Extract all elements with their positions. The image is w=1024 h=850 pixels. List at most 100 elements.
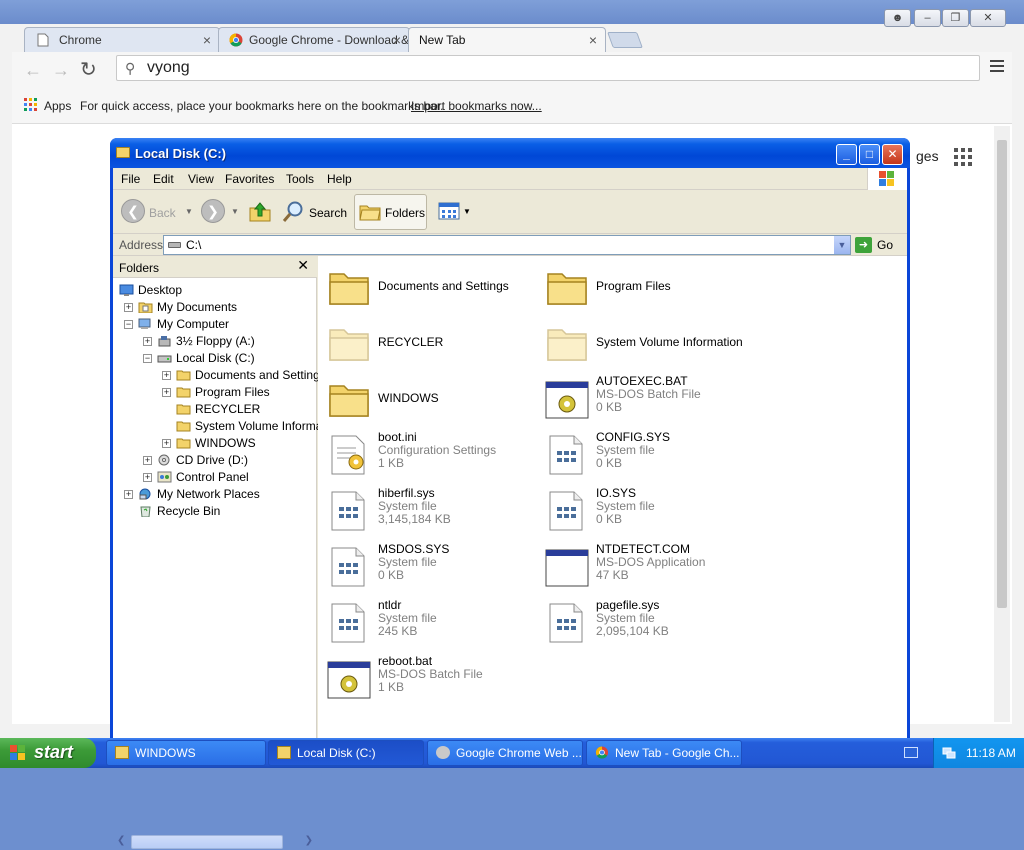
views-dropdown-icon[interactable]: ▼: [463, 207, 471, 216]
file-item[interactable]: NTDETECT.COM MS-DOS Application 47 KB: [544, 542, 764, 592]
tab-close-icon[interactable]: ×: [393, 28, 401, 52]
forward-arrow-icon[interactable]: →: [52, 60, 70, 81]
apps-grid-icon[interactable]: [24, 98, 38, 112]
forward-dropdown-icon[interactable]: ▼: [231, 207, 239, 216]
search-label[interactable]: Search: [309, 206, 347, 220]
network-icon[interactable]: [942, 746, 956, 760]
file-item[interactable]: RECYCLER: [326, 318, 546, 368]
expand-icon[interactable]: +: [143, 473, 152, 482]
tab-chrome[interactable]: Chrome ×: [24, 27, 220, 52]
go-button[interactable]: Go: [877, 238, 893, 252]
file-item[interactable]: WINDOWS: [326, 374, 546, 424]
apps-link[interactable]: Apps: [44, 88, 71, 124]
tree-item[interactable]: − Local Disk (C:): [113, 350, 317, 367]
tree-item[interactable]: + Documents and Settings: [113, 367, 326, 384]
scrollbar-thumb[interactable]: [131, 835, 283, 849]
tree-item[interactable]: +3½ Floppy (A:): [113, 333, 317, 350]
new-tab-button[interactable]: [607, 32, 643, 48]
file-size: 3,145,184 KB: [378, 512, 451, 526]
file-item[interactable]: IO.SYS System file 0 KB: [544, 486, 764, 536]
omnibox-input[interactable]: ⚲ vyong: [116, 55, 980, 81]
tree-item[interactable]: + Program Files: [113, 384, 317, 401]
menu-tools[interactable]: Tools: [286, 172, 314, 186]
back-arrow-icon[interactable]: ←: [24, 60, 42, 81]
file-item[interactable]: pagefile.sys System file 2,095,104 KB: [544, 598, 764, 648]
file-item[interactable]: ntldr System file 245 KB: [326, 598, 546, 648]
menu-view[interactable]: View: [188, 172, 214, 186]
collapse-icon[interactable]: −: [124, 320, 133, 329]
expand-icon[interactable]: +: [162, 371, 171, 380]
back-label[interactable]: Back: [149, 206, 176, 220]
address-input[interactable]: C:\ ▼: [163, 235, 851, 255]
import-bookmarks-link[interactable]: Import bookmarks now...: [411, 88, 542, 124]
go-arrow-icon[interactable]: ➜: [855, 237, 872, 253]
scrollbar-thumb[interactable]: [997, 140, 1007, 608]
back-dropdown-icon[interactable]: ▼: [185, 207, 193, 216]
expand-icon[interactable]: +: [143, 456, 152, 465]
tree-item[interactable]: Recycle Bin: [113, 503, 317, 520]
up-folder-icon[interactable]: [248, 199, 272, 223]
expand-icon[interactable]: +: [162, 439, 171, 448]
images-link[interactable]: ges: [916, 148, 939, 164]
scroll-left-icon[interactable]: ❮: [117, 835, 125, 846]
file-item[interactable]: Program Files: [544, 262, 764, 312]
address-dropdown-icon[interactable]: ▼: [834, 236, 850, 254]
file-item[interactable]: reboot.bat MS-DOS Batch File 1 KB: [326, 654, 546, 704]
tree-item[interactable]: + Control Panel: [113, 469, 317, 486]
views-icon[interactable]: [438, 202, 460, 220]
tab-close-icon[interactable]: ×: [203, 28, 211, 52]
reload-icon[interactable]: ↻: [80, 57, 97, 82]
google-apps-icon[interactable]: [954, 148, 972, 166]
tab-new-tab[interactable]: New Tab ×: [408, 27, 606, 52]
expand-icon[interactable]: +: [143, 337, 152, 346]
chrome-title-bar[interactable]: ☻ – ❐ ✕: [0, 0, 1024, 27]
tree-item[interactable]: RECYCLER: [113, 401, 317, 418]
chrome-menu-icon[interactable]: [990, 60, 1004, 75]
tree-item[interactable]: + My Network Places: [113, 486, 317, 503]
menu-edit[interactable]: Edit: [153, 172, 174, 186]
scroll-right-icon[interactable]: ❯: [305, 835, 313, 846]
file-name: pagefile.sys: [596, 598, 660, 612]
clock[interactable]: 11:18 AM: [966, 746, 1016, 760]
file-item[interactable]: MSDOS.SYS System file 0 KB: [326, 542, 546, 592]
task-new-tab[interactable]: New Tab - Google Ch...: [586, 740, 742, 766]
expand-icon[interactable]: +: [162, 388, 171, 397]
file-item[interactable]: boot.ini Configuration Settings 1 KB: [326, 430, 546, 480]
menu-file[interactable]: File: [121, 172, 140, 186]
maximize-button[interactable]: □: [859, 144, 880, 165]
file-item[interactable]: Documents and Settings: [326, 262, 546, 312]
tree-item[interactable]: + My Documents: [113, 299, 317, 316]
tree-horizontal-scrollbar[interactable]: ❮ ❯: [115, 834, 315, 850]
start-button[interactable]: start: [0, 738, 96, 768]
close-icon[interactable]: ✕: [297, 257, 309, 274]
task-chrome-download[interactable]: Google Chrome Web ...: [427, 740, 583, 766]
expand-icon[interactable]: +: [124, 303, 133, 312]
task-local-disk[interactable]: Local Disk (C:): [268, 740, 424, 766]
tab-close-icon[interactable]: ×: [589, 28, 597, 52]
search-icon[interactable]: [281, 200, 305, 224]
tree-item[interactable]: + CD Drive (D:): [113, 452, 317, 469]
keyboard-icon[interactable]: [904, 747, 918, 758]
task-windows[interactable]: WINDOWS: [106, 740, 266, 766]
file-item[interactable]: AUTOEXEC.BAT MS-DOS Batch File 0 KB: [544, 374, 764, 424]
close-button[interactable]: ✕: [882, 144, 903, 165]
tree-item[interactable]: − My Computer: [113, 316, 317, 333]
folders-button[interactable]: Folders: [354, 194, 427, 230]
back-arrow-icon[interactable]: ❮: [121, 199, 145, 223]
explorer-title-bar[interactable]: Local Disk (C:) _ □ ✕: [110, 138, 910, 168]
collapse-icon[interactable]: −: [143, 354, 152, 363]
minimize-button[interactable]: _: [836, 144, 857, 165]
tree-item[interactable]: + WINDOWS: [113, 435, 317, 452]
menu-help[interactable]: Help: [327, 172, 352, 186]
file-size: 0 KB: [596, 512, 623, 526]
file-item[interactable]: System Volume Information: [544, 318, 764, 368]
forward-arrow-icon[interactable]: ❯: [201, 199, 225, 223]
tree-item[interactable]: Desktop: [113, 282, 317, 299]
tree-item[interactable]: System Volume Informati: [113, 418, 328, 435]
file-item[interactable]: hiberfil.sys System file 3,145,184 KB: [326, 486, 546, 536]
menu-favorites[interactable]: Favorites: [225, 172, 274, 186]
tab-download[interactable]: Google Chrome - Download & ×: [218, 27, 410, 52]
page-scrollbar[interactable]: [994, 126, 1010, 722]
file-item[interactable]: CONFIG.SYS System file 0 KB: [544, 430, 764, 480]
expand-icon[interactable]: +: [124, 490, 133, 499]
